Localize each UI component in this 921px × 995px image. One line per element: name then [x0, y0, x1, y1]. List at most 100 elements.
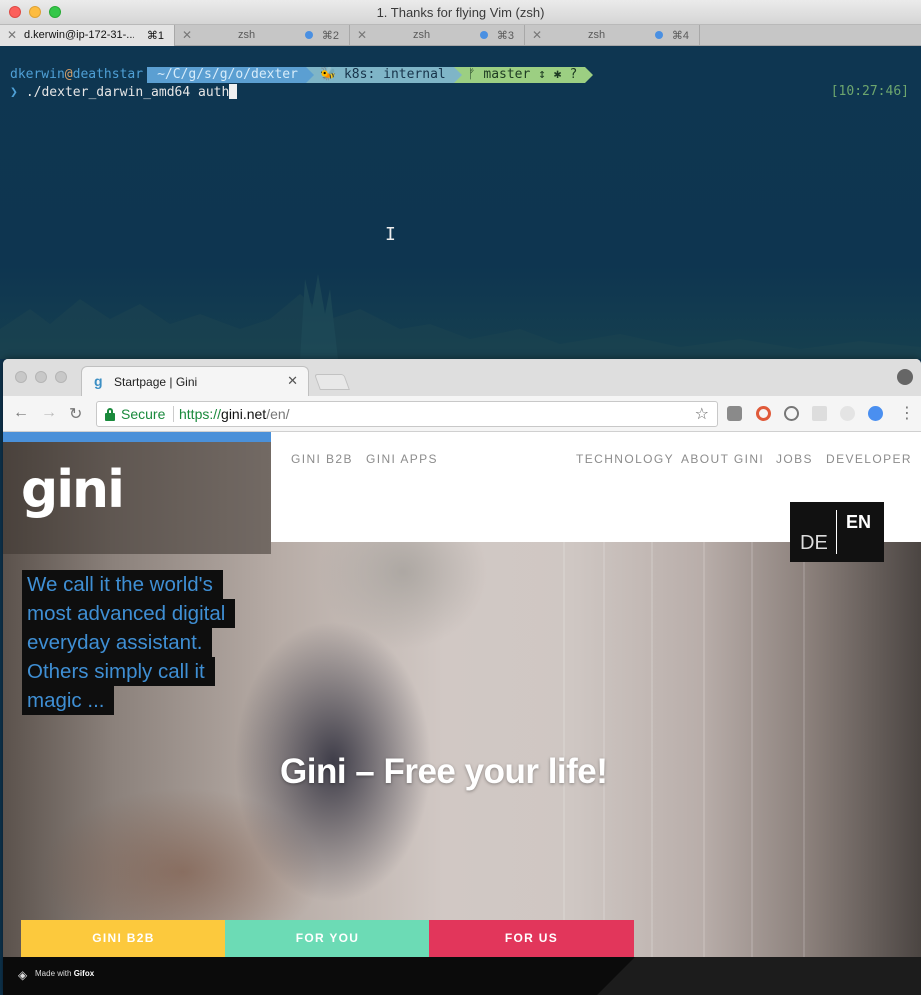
terminal-tab-shortcut: ⌘4 [671, 30, 689, 42]
nav-developer[interactable]: DEVELOPER [826, 452, 912, 466]
prompt-host: deathstar [72, 67, 144, 82]
language-switcher: DE EN [790, 502, 884, 562]
prompt-chevron-icon: ❯ [10, 85, 18, 100]
profile-avatar-icon[interactable] [897, 369, 913, 385]
gifox-watermark: ◈ Made with Gifox [3, 957, 921, 995]
browser-window: g Startpage | Gini ✕ ← → ↻ Secure https:… [3, 359, 921, 995]
menu-kebab-icon[interactable]: ⋮ [899, 403, 915, 423]
pocket-extension-icon[interactable] [727, 406, 742, 421]
close-tab-icon[interactable]: ✕ [182, 28, 192, 42]
browser-tab-title: Startpage | Gini [114, 375, 198, 389]
nav-jobs[interactable]: JOBS [776, 452, 813, 466]
terminal-tab-bar: ✕ d.kerwin@ip-172-31-... ⌘1 ✕ zsh ⌘2 ✕ z… [0, 25, 921, 46]
gini-logo[interactable]: gini [21, 460, 125, 520]
extension-icon[interactable] [840, 406, 855, 421]
terminal-tab-label: zsh [412, 29, 431, 41]
accent-bar [3, 432, 271, 442]
nav-gini-b2b[interactable]: GINI B2B [291, 452, 353, 466]
close-tab-icon[interactable]: ✕ [287, 373, 298, 389]
gifox-credit: Made with Gifox [35, 969, 94, 978]
terminal-tab-label: zsh [587, 29, 606, 41]
browser-tab-bar: g Startpage | Gini ✕ [3, 359, 921, 396]
tagline-line: We call it the world's [22, 570, 223, 599]
terminal-tab-shortcut: ⌘2 [321, 30, 339, 42]
secure-label: Secure [121, 406, 166, 422]
nav-about-gini[interactable]: ABOUT GINI [681, 452, 764, 466]
info-extension-icon[interactable] [784, 406, 799, 421]
prompt-user: dkerwin [10, 67, 65, 82]
terminal-tab-1[interactable]: ✕ d.kerwin@ip-172-31-... ⌘1 [0, 25, 175, 46]
terminal-tab-shortcut: ⌘3 [496, 30, 514, 42]
cta-gini-b2b-button[interactable]: GINI B2B [21, 920, 226, 957]
curtain-stripe [651, 542, 653, 962]
gini-favicon-icon: g [94, 373, 103, 389]
terminal-tab-label: zsh [237, 29, 256, 41]
activity-dot-icon [480, 31, 488, 39]
zoom-window-button[interactable] [55, 371, 67, 383]
cta-for-you-button[interactable]: FOR YOU [225, 920, 430, 957]
tagline-line: everyday assistant. [22, 628, 213, 657]
tagline-line: most advanced digital [22, 599, 236, 628]
close-tab-icon[interactable]: ✕ [532, 28, 542, 42]
prompt-git-segment: ᚠ master ↕ ✱ ? [453, 66, 593, 83]
shell-prompt: dkerwin @ deathstar ~/C/g/s/g/o/dexter 🐝 k… [10, 66, 593, 83]
language-divider [836, 510, 837, 554]
reload-icon[interactable]: ↻ [69, 404, 82, 424]
forest-background-image [0, 274, 921, 359]
gifox-brand: Gifox [73, 969, 95, 978]
minimize-window-button[interactable] [35, 371, 47, 383]
terminal-tab-2[interactable]: ✕ zsh ⌘2 [175, 25, 350, 46]
logo-panel: gini [3, 442, 271, 554]
opera-extension-icon[interactable] [756, 406, 771, 421]
terminal-content[interactable]: dkerwin @ deathstar ~/C/g/s/g/o/dexter 🐝 k… [0, 47, 921, 359]
address-separator [173, 406, 174, 422]
prompt-k8s-segment: 🐝 k8s: internal [305, 66, 462, 83]
ibeam-cursor-icon: I [385, 224, 396, 245]
curtain-stripe [703, 542, 705, 962]
url-path: /en/ [266, 406, 290, 422]
cta-for-us-button[interactable]: FOR US [429, 920, 634, 957]
new-tab-button[interactable] [314, 374, 350, 390]
zoom-extension-icon[interactable] [868, 406, 883, 421]
url-scheme: https:// [179, 406, 222, 422]
url-text: https://gini.net/en/ [179, 406, 290, 422]
close-tab-icon[interactable]: ✕ [357, 28, 367, 42]
url-host: gini.net [221, 406, 267, 422]
gifox-band [3, 957, 635, 995]
web-page: gini GINI B2B GINI APPS TECHNOLOGY ABOUT… [3, 432, 921, 995]
nav-gini-apps[interactable]: GINI APPS [366, 452, 438, 466]
browser-tab[interactable]: g Startpage | Gini ✕ [81, 366, 309, 396]
tagline-line: Others simply call it [22, 657, 215, 686]
address-bar[interactable]: Secure https://gini.net/en/ ☆ [96, 401, 718, 427]
nav-technology[interactable]: TECHNOLOGY [576, 452, 674, 466]
forward-arrow-icon[interactable]: → [41, 404, 57, 422]
browser-toolbar: ← → ↻ Secure https://gini.net/en/ ☆ ⋮ [3, 396, 921, 432]
command-line[interactable]: ❯ ./dexter_darwin_amd64 auth [10, 84, 238, 100]
activity-dot-icon [655, 31, 663, 39]
prompt-clock: [10:27:46] [830, 84, 909, 99]
terminal-window-title: 1. Thanks for flying Vim (zsh) [376, 5, 545, 20]
curtain-stripe [751, 542, 753, 962]
terminal-tab-shortcut: ⌘1 [146, 30, 164, 42]
hero-headline: Gini – Free your life! [280, 752, 608, 791]
language-en[interactable]: EN [846, 512, 871, 533]
terminal-tab-4[interactable]: ✕ zsh ⌘4 [525, 25, 700, 46]
tagline-line: magic ... [22, 686, 115, 715]
language-de[interactable]: DE [800, 532, 828, 555]
gifox-prefix: Made with [35, 969, 72, 978]
bookmark-star-icon[interactable]: ☆ [695, 404, 709, 424]
close-tab-icon[interactable]: ✕ [7, 28, 17, 42]
prompt-at-sign: @ [64, 67, 73, 82]
curtain-stripe [803, 542, 805, 962]
tagline: We call it the world's most advanced dig… [22, 570, 252, 715]
back-arrow-icon[interactable]: ← [13, 404, 29, 422]
close-window-button[interactable] [15, 371, 27, 383]
lock-icon [105, 408, 115, 421]
terminal-tab-3[interactable]: ✕ zsh ⌘3 [350, 25, 525, 46]
terminal-titlebar: 1. Thanks for flying Vim (zsh) [0, 0, 921, 25]
activity-dot-icon [305, 31, 313, 39]
command-text: ./dexter_darwin_amd64 auth [25, 85, 230, 100]
text-cursor [229, 84, 238, 99]
terminal-tab-label: d.kerwin@ip-172-31-... [24, 29, 134, 41]
extension-icon[interactable] [812, 406, 827, 421]
